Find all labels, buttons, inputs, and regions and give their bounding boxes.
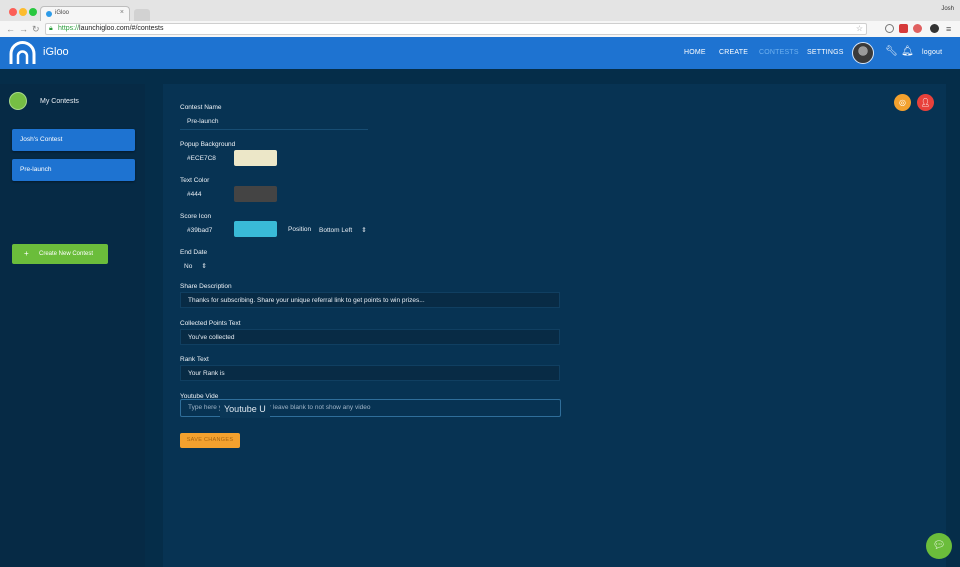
contests-avatar-icon (9, 92, 27, 110)
sidebar-item-pre-launch[interactable]: Pre-launch (12, 159, 135, 181)
rank-text-label: Rank Text (180, 356, 209, 363)
pocket-extension-icon[interactable] (899, 24, 908, 33)
tab-title: iGloo (55, 10, 70, 16)
new-tab-button[interactable] (134, 9, 150, 21)
nav-contests[interactable]: CONTESTS (759, 49, 799, 56)
tab-strip: iGloo × Josh (0, 0, 960, 21)
wrench-icon[interactable]: 🔧︎ (885, 46, 898, 57)
position-select[interactable]: Bottom Left ⇕ (319, 226, 367, 234)
close-tab-icon[interactable]: × (120, 9, 124, 16)
text-color-swatch[interactable] (234, 186, 277, 202)
collected-points-label: Collected Points Text (180, 320, 241, 327)
url-scheme: https:// (58, 25, 80, 32)
text-color-hex[interactable]: #444 (187, 191, 201, 198)
maximize-window-button[interactable] (29, 8, 37, 16)
contest-name-label: Contest Name (180, 104, 222, 111)
nav-settings[interactable]: SETTINGS (807, 49, 844, 56)
select-arrows-icon: ⇕ (361, 227, 367, 234)
browser-tab[interactable]: iGloo × (40, 6, 130, 21)
popup-background-hex[interactable]: #ECE7C8 (187, 155, 216, 162)
nav-home[interactable]: HOME (684, 49, 706, 56)
browser-chrome: iGloo × Josh ← → ↻ 🔒︎ https://launchiglo… (0, 0, 960, 37)
dark-extension-icon[interactable] (930, 24, 939, 33)
contests-sidebar: My Contests Josh's Contest Pre-launch + … (0, 84, 145, 567)
share-description-input[interactable]: Thanks for subscribing. Share your uniqu… (180, 292, 560, 308)
youtube-tooltip: Youtube U (220, 400, 270, 418)
create-contest-button[interactable]: + Create New Contest (12, 244, 108, 264)
back-arrow-icon[interactable]: ← (6, 23, 15, 35)
save-changes-button[interactable]: SAVE CHANGES (180, 433, 240, 448)
igloo-favicon-icon (46, 11, 52, 17)
end-date-select[interactable]: No ⇕ (184, 262, 207, 270)
plus-icon: + (24, 249, 29, 258)
top-navbar: iGloo HOME CREATE CONTESTS SETTINGS 🔧︎ 🔔… (0, 37, 960, 69)
contest-name-input[interactable]: Pre-launch (180, 114, 368, 130)
pinterest-extension-icon[interactable] (913, 24, 922, 33)
menu-icon[interactable]: ≡ (946, 23, 951, 35)
end-date-label: End Date (180, 249, 208, 256)
chat-bubble-icon[interactable]: 💬︎ (926, 533, 952, 559)
reload-icon[interactable]: ↻ (32, 23, 40, 35)
select-arrows-icon: ⇕ (201, 263, 207, 270)
score-icon-label: Score Icon (180, 213, 212, 220)
preview-icon[interactable]: ◎ (894, 94, 911, 111)
popup-background-label: Popup Background (180, 141, 236, 148)
url-path: launchigloo.com/#/contests (79, 25, 164, 32)
sidebar-title: My Contests (40, 98, 79, 105)
igloo-logo-icon[interactable] (9, 41, 36, 65)
bell-icon[interactable]: 🔔︎ (901, 46, 914, 57)
sidebar-item-joshs-contest[interactable]: Josh's Contest (12, 129, 135, 151)
rank-text-input[interactable]: Your Rank is (180, 365, 560, 381)
text-color-label: Text Color (180, 177, 210, 184)
create-contest-label: Create New Contest (39, 251, 94, 257)
contest-settings-form: ◎ 👤︎ Contest Name Pre-launch Popup Backg… (163, 84, 946, 567)
url-field[interactable]: 🔒︎ https://launchigloo.com/#/contests ☆ (45, 23, 867, 35)
minimize-window-button[interactable] (19, 8, 27, 16)
browser-profile[interactable]: Josh (941, 6, 954, 12)
nav-create[interactable]: CREATE (719, 49, 748, 56)
position-label: Position (288, 226, 312, 233)
popup-background-swatch[interactable] (234, 150, 277, 166)
forward-arrow-icon[interactable]: → (19, 23, 28, 35)
share-description-label: Share Description (180, 283, 232, 290)
nav-logout[interactable]: logout (922, 49, 942, 56)
users-icon[interactable]: 👤︎ (917, 94, 934, 111)
brand-name[interactable]: iGloo (43, 46, 69, 58)
bookmark-star-icon[interactable]: ☆ (856, 24, 863, 34)
info-extension-icon[interactable] (885, 24, 894, 33)
score-icon-swatch[interactable] (234, 221, 277, 237)
collected-points-input[interactable]: You've collected (180, 329, 560, 345)
lock-icon: 🔒︎ (49, 25, 53, 32)
score-icon-hex[interactable]: #39bad7 (187, 227, 212, 234)
user-avatar[interactable] (852, 42, 874, 64)
address-bar-row: ← → ↻ 🔒︎ https://launchigloo.com/#/conte… (0, 21, 960, 37)
app-window: iGloo HOME CREATE CONTESTS SETTINGS 🔧︎ 🔔… (0, 37, 960, 567)
close-window-button[interactable] (9, 8, 17, 16)
